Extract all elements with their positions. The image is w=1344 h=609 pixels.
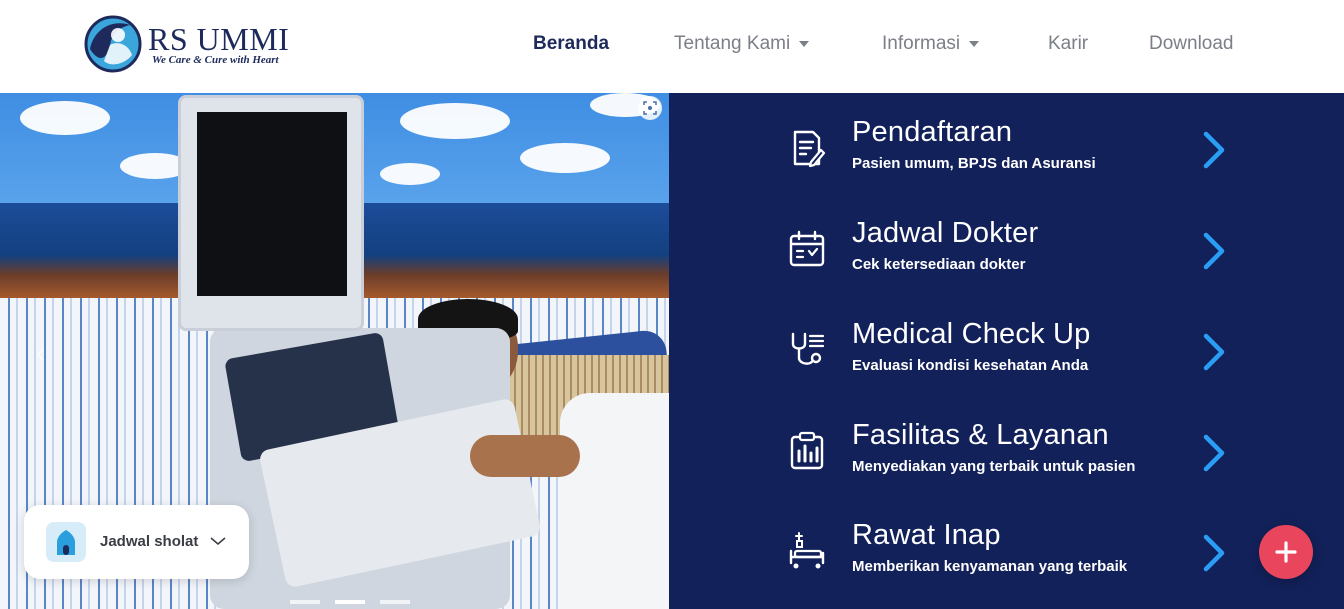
nav-karir-label: Karir [1048,33,1089,54]
doctor-coat [560,393,669,609]
ultrasound-screen [197,112,347,296]
hospital-bed-icon [789,532,825,569]
service-title: Fasilitas & Layanan [852,419,1109,451]
nav-informasi[interactable]: Informasi [882,32,980,56]
caret-down-icon [799,41,810,47]
mother-child-logo-icon [84,15,142,73]
mosque-icon [46,522,86,562]
service-title: Jadwal Dokter [852,217,1039,249]
jadwal-sholat-widget[interactable]: Jadwal sholat [24,505,249,579]
service-subtitle: Menyediakan yang terbaik untuk pasien [852,458,1136,475]
site-header: RS UMMI We Care & Cure with Heart Berand… [0,0,1344,93]
cloud-decoration [20,101,110,135]
scan-lens-icon[interactable] [638,96,662,120]
chevron-down-icon [210,537,226,546]
chevron-right-icon [1203,534,1225,572]
brand-name: RS UMMI [148,21,290,57]
service-title: Medical Check Up [852,318,1091,350]
cloud-decoration [400,103,510,139]
nav-download[interactable]: Download [1149,32,1234,56]
service-subtitle: Pasien umum, BPJS dan Asuransi [852,155,1096,172]
service-subtitle: Cek ketersediaan dokter [852,256,1026,273]
nav-karir[interactable]: Karir [1048,32,1088,56]
plus-icon [1275,541,1297,563]
slider-indicator-active[interactable] [335,600,365,604]
service-item-jadwal-dokter[interactable]: Jadwal Dokter Cek ketersediaan dokter [669,211,1344,311]
service-title: Pendaftaran [852,116,1013,148]
slider-prev-chevron-icon[interactable]: ‹ [36,338,56,368]
caret-down-icon [969,41,980,47]
service-title: Rawat Inap [852,519,1001,551]
nav-download-label: Download [1149,33,1234,54]
site-logo[interactable]: RS UMMI We Care & Cure with Heart [84,15,299,75]
mosque-glyph [57,530,75,555]
scan-lens-glyph [643,101,657,115]
clipboard-chart-icon [790,431,824,470]
nav-tentang-kami-label: Tentang Kami [674,33,791,54]
service-item-pendaftaran[interactable]: Pendaftaran Pasien umum, BPJS dan Asuran… [669,110,1344,210]
chevron-right-icon [1203,232,1225,270]
chevron-right-icon [1203,131,1225,169]
floating-add-button[interactable] [1259,525,1313,579]
chevron-right-icon [1203,333,1225,371]
nav-tentang-kami[interactable]: Tentang Kami [674,32,810,56]
services-panel: Pendaftaran Pasien umum, BPJS dan Asuran… [669,93,1344,609]
slider-indicator[interactable] [290,600,320,604]
jadwal-sholat-label: Jadwal sholat [100,533,199,550]
ultrasound-monitor [178,95,364,331]
service-subtitle: Memberikan kenyamanan yang terbaik [852,558,1128,575]
slider-indicator[interactable] [380,600,410,604]
service-subtitle: Evaluasi kondisi kesehatan Anda [852,357,1089,374]
nav-beranda-label: Beranda [533,33,610,54]
nav-beranda[interactable]: Beranda [533,32,609,56]
cloud-decoration [520,143,610,173]
service-item-fasilitas-layanan[interactable]: Fasilitas & Layanan Menyediakan yang ter… [669,413,1344,513]
registration-form-icon [793,130,826,168]
brand-tagline: We Care & Cure with Heart [152,54,279,66]
nav-informasi-label: Informasi [882,33,961,54]
doctor-hand [470,435,580,477]
service-item-medical-check-up[interactable]: Medical Check Up Evaluasi kondisi keseha… [669,312,1344,412]
calendar-icon [789,230,825,267]
stethoscope-icon [791,332,825,365]
chevron-right-icon [1203,434,1225,472]
cloud-decoration [380,163,440,185]
service-item-rawat-inap[interactable]: Rawat Inap Memberikan kenyamanan yang te… [669,513,1344,609]
